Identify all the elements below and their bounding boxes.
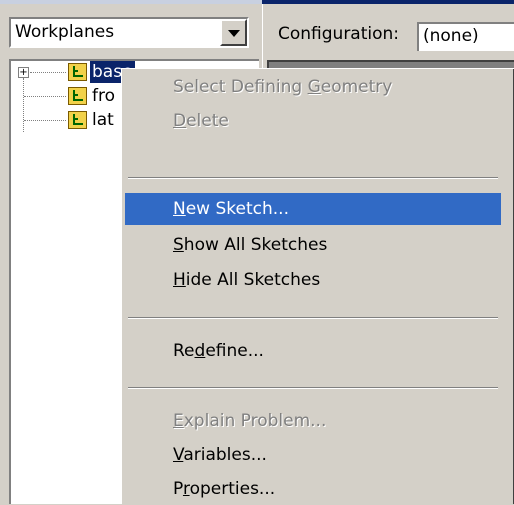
dropdown-button[interactable] (220, 19, 247, 46)
menu-item-redefine[interactable]: Redefine... (125, 335, 501, 367)
workplane-icon (68, 87, 87, 105)
configuration-value: (none) (423, 26, 479, 46)
chevron-down-icon (228, 30, 240, 37)
menu-item-properties[interactable]: Properties... (125, 473, 501, 505)
menu-item-select-defining-geometry[interactable]: Select Defining Geometry (125, 71, 501, 103)
tree-item-label: lat (92, 110, 114, 130)
expand-icon[interactable]: + (18, 67, 29, 78)
workplane-icon (68, 63, 87, 81)
configuration-label: Configuration: (278, 24, 400, 44)
configuration-select[interactable]: (none) (417, 22, 514, 51)
menu-separator (128, 387, 498, 389)
menu-separator (128, 177, 498, 179)
menu-item-new-sketch[interactable]: New Sketch... (125, 193, 501, 225)
menu-item-delete[interactable]: Delete (125, 105, 501, 137)
workplane-icon (68, 111, 87, 129)
tree-item-label: fro (92, 86, 116, 106)
menu-item-hide-all-sketches[interactable]: Hide All Sketches (125, 264, 501, 296)
workplanes-dropdown[interactable]: Workplanes (9, 17, 249, 48)
menu-separator (128, 317, 498, 319)
menu-item-variables[interactable]: Variables... (125, 439, 501, 471)
context-menu: Select Defining Geometry Delete New Sket… (121, 68, 514, 504)
menu-item-explain-problem[interactable]: Explain Problem... (125, 405, 501, 437)
workplanes-dropdown-value: Workplanes (15, 22, 115, 42)
menu-item-show-all-sketches[interactable]: Show All Sketches (125, 229, 501, 261)
